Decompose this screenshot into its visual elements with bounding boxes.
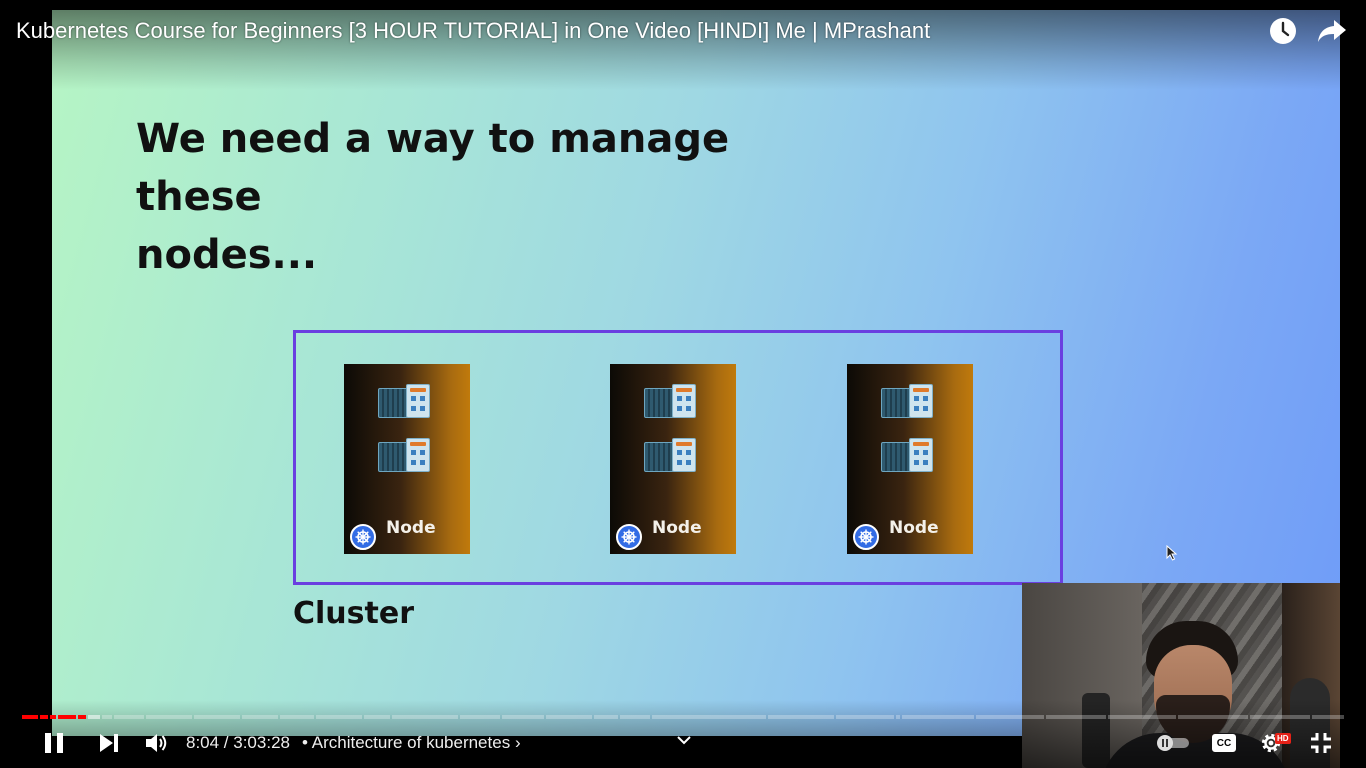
chevron-down-icon[interactable] <box>674 731 694 749</box>
time-display: 8:04 / 3:03:28 <box>186 733 290 752</box>
kubernetes-logo-icon <box>350 524 376 550</box>
chapter-segment[interactable] <box>316 715 362 719</box>
autoplay-toggle[interactable] <box>1154 729 1192 757</box>
chapter-segment[interactable] <box>1046 715 1106 719</box>
chapter-title-button[interactable]: • Architecture of kubernetes › <box>302 733 521 753</box>
chapter-segment[interactable] <box>460 715 500 719</box>
chapter-segment[interactable] <box>902 715 974 719</box>
volume-button[interactable] <box>143 729 171 757</box>
chapter-title: Architecture of kubernetes <box>311 733 511 752</box>
chapter-segment[interactable] <box>502 715 544 719</box>
autoplay-toggle-icon <box>1157 735 1189 751</box>
chapter-separator: • <box>302 733 308 752</box>
chapter-segment[interactable] <box>836 715 894 719</box>
chapter-segment[interactable] <box>1250 715 1310 719</box>
cluster-label: Cluster <box>293 596 414 631</box>
slide-heading-line2: nodes... <box>136 232 318 278</box>
chapter-segment-played[interactable] <box>78 715 86 719</box>
chapter-segment[interactable] <box>114 715 144 719</box>
volume-icon <box>146 734 167 752</box>
progress-bar[interactable] <box>22 715 1344 719</box>
chapter-segment[interactable] <box>146 715 192 719</box>
chapter-segment[interactable] <box>1312 715 1344 719</box>
chevron-right-icon: › <box>514 733 521 752</box>
chapter-segment-played[interactable] <box>22 715 38 719</box>
slide-heading-line1: We need a way to manage these <box>136 116 730 220</box>
kubernetes-logo-icon <box>853 524 879 550</box>
captions-label: CC <box>1216 737 1232 749</box>
server-icon <box>644 384 700 420</box>
mouse-cursor <box>1166 544 1178 565</box>
chapter-segment-played[interactable] <box>40 715 48 719</box>
chapter-segment[interactable] <box>652 715 766 719</box>
chapter-segment[interactable] <box>1108 715 1176 719</box>
chapter-segment[interactable] <box>594 715 618 719</box>
node-card: Node <box>847 364 973 554</box>
video-player[interactable]: We need a way to manage these nodes... N… <box>0 0 1366 768</box>
chapter-segment[interactable] <box>620 715 650 719</box>
node-label: Node <box>386 518 436 538</box>
node-card: Node <box>610 364 736 554</box>
cc-icon: CC <box>1212 734 1236 752</box>
hd-badge: HD <box>1275 733 1291 744</box>
top-overlay <box>0 0 1366 90</box>
node-card: Node <box>344 364 470 554</box>
chapter-segment-buffered[interactable] <box>88 715 100 719</box>
next-button[interactable] <box>96 729 122 757</box>
chapter-segment[interactable] <box>976 715 1044 719</box>
server-icon <box>881 384 937 420</box>
video-title[interactable]: Kubernetes Course for Beginners [3 HOUR … <box>16 18 930 44</box>
server-icon <box>881 438 937 474</box>
server-icon <box>378 438 434 474</box>
captions-button[interactable]: CC <box>1211 729 1237 757</box>
chapter-segment[interactable] <box>364 715 390 719</box>
chapter-segment[interactable] <box>194 715 240 719</box>
exit-fullscreen-icon <box>1311 733 1331 753</box>
next-icon <box>100 734 118 752</box>
node-label: Node <box>652 518 702 538</box>
pause-button[interactable] <box>40 729 68 757</box>
chapter-segment-played[interactable] <box>50 715 56 719</box>
chapter-segment[interactable] <box>280 715 314 719</box>
slide-heading: We need a way to manage these nodes... <box>136 110 856 284</box>
chapter-segment[interactable] <box>546 715 592 719</box>
exit-fullscreen-button[interactable] <box>1308 729 1334 757</box>
chapter-segment[interactable] <box>242 715 278 719</box>
chapter-segment[interactable] <box>392 715 458 719</box>
clock-icon[interactable] <box>1268 16 1300 48</box>
server-icon <box>378 384 434 420</box>
chapter-segment[interactable] <box>768 715 834 719</box>
pause-icon <box>45 733 63 753</box>
server-icon <box>644 438 700 474</box>
kubernetes-logo-icon <box>616 524 642 550</box>
node-label: Node <box>889 518 939 538</box>
chapter-segment[interactable] <box>1178 715 1248 719</box>
cluster-box: Node Node Node <box>293 330 1063 585</box>
chapter-segment[interactable] <box>896 715 900 719</box>
chapter-segment[interactable] <box>102 715 112 719</box>
share-arrow-icon[interactable] <box>1316 16 1348 48</box>
chapter-segment-played[interactable] <box>58 715 76 719</box>
